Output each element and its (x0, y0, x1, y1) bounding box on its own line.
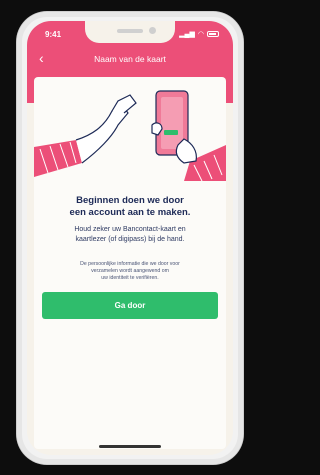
wifi-icon: ◠ (197, 31, 204, 38)
instruction-text: Houd zeker uw Bancontact-kaart en kaartl… (74, 226, 186, 243)
signal-icon: ▂▄▆ (179, 31, 195, 38)
left-arm-illustration (34, 94, 137, 177)
content-card: Beginnen doen we door een account aan te… (34, 77, 226, 449)
card-reader-illustration (34, 90, 226, 182)
app-screen: 9:41 ▂▄▆ ◠ ‹ Naam van de kaart Beginnen … (27, 21, 233, 455)
status-icons: ▂▄▆ ◠ (179, 30, 219, 38)
speaker-grill (117, 29, 143, 33)
front-camera (149, 27, 156, 34)
home-indicator[interactable] (99, 445, 161, 448)
status-time: 9:41 (45, 30, 62, 39)
page-heading: Beginnen doen we door een account aan te… (69, 195, 191, 218)
phone-frame: 9:41 ▂▄▆ ◠ ‹ Naam van de kaart Beginnen … (17, 12, 243, 464)
device-notch (85, 21, 175, 43)
right-arm-illustration (151, 90, 226, 182)
continue-button[interactable]: Ga door (42, 292, 218, 319)
battery-icon (207, 31, 219, 37)
page-title: Naam van de kaart (94, 54, 166, 64)
privacy-note: De persoonlijke informatie die we door v… (80, 261, 180, 281)
